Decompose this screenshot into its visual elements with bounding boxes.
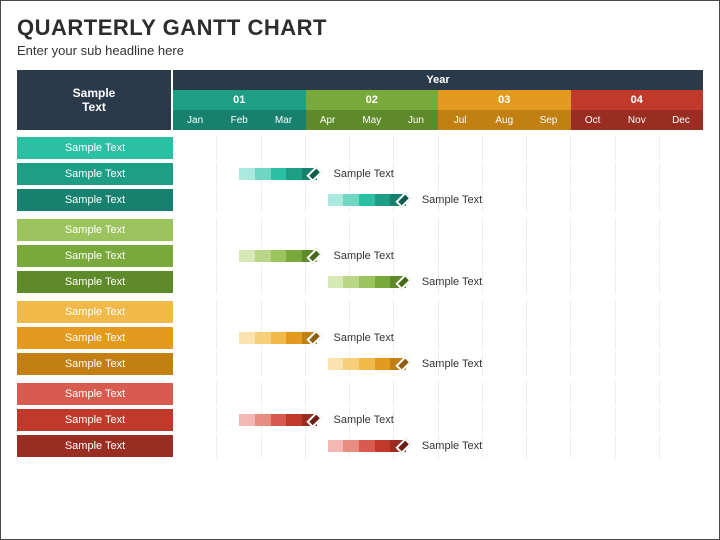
gantt-bar: Sample Text (239, 249, 394, 263)
task-group: Sample TextSample TextSample TextSample … (17, 218, 703, 294)
month-header-cell: Jun (394, 110, 438, 130)
slide-frame: QUARTERLY GANTT CHART Enter your sub hea… (0, 0, 720, 540)
year-header: Year (173, 70, 703, 90)
task-timeline (173, 300, 703, 324)
task-row: Sample Text Sample Text (17, 188, 703, 212)
gantt-chart: Sample Text Year 01020304 JanFebMarAprMa… (17, 70, 703, 130)
task-row: Sample Text (17, 382, 703, 406)
right-column: Year 01020304 JanFebMarAprMayJunJulAugSe… (173, 70, 703, 130)
bar-annotation: Sample Text (334, 414, 394, 426)
month-header-cell: Apr (306, 110, 350, 130)
task-label: Sample Text (17, 245, 173, 267)
bar-annotation: Sample Text (334, 250, 394, 262)
bar-annotation: Sample Text (334, 168, 394, 180)
chart-subtitle: Enter your sub headline here (17, 43, 703, 58)
gantt-bar: Sample Text (239, 413, 394, 427)
month-header-cell: May (350, 110, 394, 130)
task-timeline: Sample Text (173, 352, 703, 376)
gantt-bar: Sample Text (328, 357, 483, 371)
task-row: Sample Text Sample Text (17, 352, 703, 376)
month-header-cell: Feb (217, 110, 261, 130)
task-timeline (173, 136, 703, 160)
task-row: Sample Text (17, 300, 703, 324)
task-timeline: Sample Text (173, 244, 703, 268)
gantt-bar: Sample Text (239, 167, 394, 181)
bar-annotation: Sample Text (334, 332, 394, 344)
task-group: Sample TextSample TextSample TextSample … (17, 136, 703, 212)
task-timeline (173, 218, 703, 242)
task-row: Sample Text Sample Text (17, 162, 703, 186)
task-timeline: Sample Text (173, 188, 703, 212)
quarter-header-cell: 03 (438, 90, 571, 110)
month-header-cell: Jan (173, 110, 217, 130)
gantt-bar: Sample Text (328, 193, 483, 207)
left-column: Sample Text (17, 70, 173, 130)
task-timeline (173, 382, 703, 406)
gantt-bar: Sample Text (328, 275, 483, 289)
gantt-body: Sample TextSample TextSample TextSample … (17, 136, 703, 458)
task-label: Sample Text (17, 219, 173, 241)
month-header-cell: Aug (482, 110, 526, 130)
bar-annotation: Sample Text (422, 276, 482, 288)
bar-annotation: Sample Text (422, 440, 482, 452)
task-row: Sample Text (17, 136, 703, 160)
task-label: Sample Text (17, 271, 173, 293)
month-header-row: JanFebMarAprMayJunJulAugSepOctNovDec (173, 110, 703, 130)
task-timeline: Sample Text (173, 326, 703, 350)
month-header-cell: Jul (438, 110, 482, 130)
task-row: Sample Text Sample Text (17, 326, 703, 350)
task-label: Sample Text (17, 137, 173, 159)
task-label: Sample Text (17, 353, 173, 375)
task-timeline: Sample Text (173, 434, 703, 458)
task-row: Sample Text Sample Text (17, 244, 703, 268)
quarter-header-cell: 04 (571, 90, 704, 110)
corner-header: Sample Text (17, 70, 173, 130)
task-row: Sample Text Sample Text (17, 434, 703, 458)
task-group: Sample TextSample TextSample TextSample … (17, 382, 703, 458)
task-timeline: Sample Text (173, 162, 703, 186)
task-group: Sample TextSample TextSample TextSample … (17, 300, 703, 376)
task-timeline: Sample Text (173, 408, 703, 432)
gantt-bar: Sample Text (328, 439, 483, 453)
task-row: Sample Text Sample Text (17, 408, 703, 432)
task-timeline: Sample Text (173, 270, 703, 294)
task-row: Sample Text (17, 218, 703, 242)
quarter-header-row: 01020304 (173, 90, 703, 110)
task-label: Sample Text (17, 383, 173, 405)
month-header-cell: Nov (615, 110, 659, 130)
quarter-header-cell: 02 (306, 90, 439, 110)
month-header-cell: Mar (261, 110, 305, 130)
chart-title: QUARTERLY GANTT CHART (17, 15, 703, 41)
month-header-cell: Sep (526, 110, 570, 130)
month-header-cell: Oct (571, 110, 615, 130)
task-label: Sample Text (17, 409, 173, 431)
task-label: Sample Text (17, 163, 173, 185)
task-label: Sample Text (17, 435, 173, 457)
bar-annotation: Sample Text (422, 194, 482, 206)
gantt-bar: Sample Text (239, 331, 394, 345)
month-header-cell: Dec (659, 110, 703, 130)
task-label: Sample Text (17, 327, 173, 349)
quarter-header-cell: 01 (173, 90, 306, 110)
task-row: Sample Text Sample Text (17, 270, 703, 294)
task-label: Sample Text (17, 189, 173, 211)
task-label: Sample Text (17, 301, 173, 323)
bar-annotation: Sample Text (422, 358, 482, 370)
